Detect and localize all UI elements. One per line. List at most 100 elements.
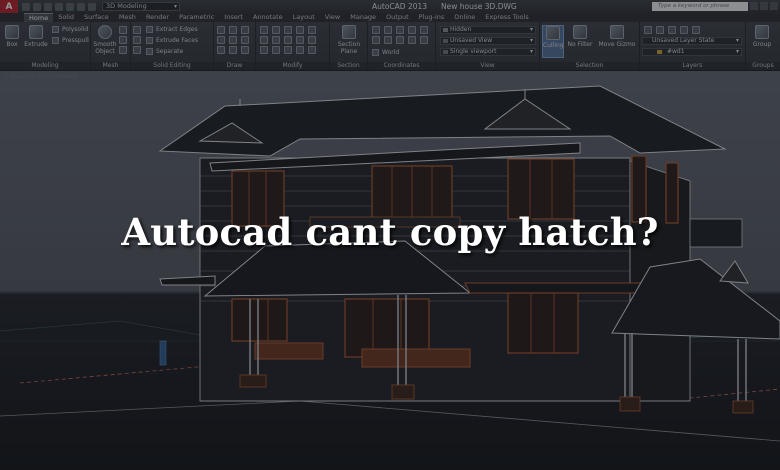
- ucs-y-icon[interactable]: [408, 26, 416, 34]
- mirror-icon[interactable]: [296, 26, 304, 34]
- tab-express-tools[interactable]: Express Tools: [480, 13, 533, 22]
- ucs-origin-icon[interactable]: [384, 26, 392, 34]
- mesh-tool-icon[interactable]: [119, 26, 127, 34]
- viewport-config-dropdown[interactable]: Single viewport: [440, 48, 536, 56]
- ellipse-icon[interactable]: [229, 46, 237, 54]
- ucs-icon[interactable]: [372, 26, 380, 34]
- separate-button[interactable]: Separate: [146, 48, 183, 55]
- union-icon[interactable]: [133, 26, 141, 34]
- application-menu-button[interactable]: A: [0, 0, 18, 13]
- panel-title-layers[interactable]: Layers: [640, 62, 745, 70]
- presspull-button[interactable]: Presspull: [52, 37, 89, 44]
- chamfer-icon[interactable]: [308, 46, 316, 54]
- extrude-button[interactable]: Extrude: [24, 25, 48, 48]
- mesh-tool-icon[interactable]: [119, 36, 127, 44]
- saved-view-dropdown[interactable]: Unsaved View: [440, 37, 536, 45]
- ucs-object-icon[interactable]: [384, 36, 392, 44]
- erase-icon[interactable]: [308, 36, 316, 44]
- workspace-dropdown[interactable]: 3D Modeling: [102, 2, 180, 11]
- ucs-x-icon[interactable]: [396, 26, 404, 34]
- tab-plug-ins[interactable]: Plug-ins: [414, 13, 450, 22]
- extrude-faces-button[interactable]: Extrude Faces: [146, 37, 198, 44]
- trim-icon[interactable]: [284, 26, 292, 34]
- layer-properties-icon[interactable]: [644, 26, 652, 34]
- ucs-3point-icon[interactable]: [408, 36, 416, 44]
- array-icon[interactable]: [296, 36, 304, 44]
- line-icon[interactable]: [217, 26, 225, 34]
- spline-icon[interactable]: [217, 46, 225, 54]
- minimize-icon[interactable]: [750, 2, 758, 10]
- save-as-icon[interactable]: [55, 2, 63, 11]
- tab-layout[interactable]: Layout: [288, 13, 320, 22]
- panel-title-view[interactable]: View: [436, 62, 539, 70]
- close-icon[interactable]: [770, 2, 778, 10]
- move-gizmo-button[interactable]: Move Gizmo: [598, 25, 636, 48]
- panel-title-modeling[interactable]: Modeling: [0, 62, 90, 70]
- redo-icon[interactable]: [88, 2, 96, 11]
- polysolid-button[interactable]: Polysolid: [52, 26, 88, 33]
- group-button[interactable]: Group: [750, 25, 774, 48]
- maximize-icon[interactable]: [760, 2, 768, 10]
- move-icon[interactable]: [260, 26, 268, 34]
- scale-icon[interactable]: [272, 36, 280, 44]
- panel-title-draw[interactable]: Draw: [214, 62, 255, 70]
- stretch-icon[interactable]: [260, 46, 268, 54]
- explode-icon[interactable]: [272, 46, 280, 54]
- panel-title-solid-editing[interactable]: Solid Editing: [131, 62, 213, 70]
- copy-icon[interactable]: [260, 36, 268, 44]
- polygon-icon[interactable]: [241, 36, 249, 44]
- box-button[interactable]: Box: [0, 25, 24, 48]
- panel-title-groups[interactable]: Groups: [746, 62, 780, 70]
- polyline-icon[interactable]: [229, 26, 237, 34]
- tab-output[interactable]: Output: [381, 13, 414, 22]
- world-ucs-button[interactable]: World: [372, 49, 399, 56]
- rectangle-icon[interactable]: [229, 36, 237, 44]
- save-icon[interactable]: [44, 2, 52, 11]
- hatch-icon[interactable]: [241, 46, 249, 54]
- culling-button[interactable]: Culling: [542, 25, 564, 58]
- tab-parametric[interactable]: Parametric: [174, 13, 219, 22]
- tab-mesh[interactable]: Mesh: [114, 13, 141, 22]
- ucs-z-icon[interactable]: [420, 26, 428, 34]
- panel-title-modify[interactable]: Modify: [256, 62, 329, 70]
- open-icon[interactable]: [33, 2, 41, 11]
- tab-view[interactable]: View: [320, 13, 345, 22]
- tab-surface[interactable]: Surface: [79, 13, 114, 22]
- layer-on-icon[interactable]: [656, 26, 664, 34]
- subtract-icon[interactable]: [133, 36, 141, 44]
- tab-home[interactable]: Home: [24, 13, 54, 22]
- mesh-tool-icon[interactable]: [119, 46, 127, 54]
- arc-icon[interactable]: [217, 36, 225, 44]
- undo-icon[interactable]: [77, 2, 85, 11]
- intersect-icon[interactable]: [133, 46, 141, 54]
- current-layer-dropdown[interactable]: #wd1: [642, 48, 742, 56]
- panel-title-coordinates[interactable]: Coordinates: [368, 62, 435, 70]
- tab-online[interactable]: Online: [449, 13, 480, 22]
- panel-title-section[interactable]: Section: [330, 62, 367, 70]
- tab-solid[interactable]: Solid: [53, 13, 79, 22]
- no-filter-button[interactable]: No Filter: [567, 25, 593, 48]
- drawing-viewport[interactable]: [0, 71, 780, 470]
- extract-edges-button[interactable]: Extract Edges: [146, 26, 198, 33]
- section-plane-button[interactable]: Section Plane: [335, 25, 363, 55]
- layer-freeze-icon[interactable]: [668, 26, 676, 34]
- new-icon[interactable]: [22, 2, 30, 11]
- print-icon[interactable]: [66, 2, 74, 11]
- search-input[interactable]: Type a keyword or phrase: [652, 2, 748, 11]
- viewport-controls[interactable]: [-][Custom View][Hidden]: [6, 74, 76, 80]
- fillet-icon[interactable]: [308, 26, 316, 34]
- ucs-zaxis-icon[interactable]: [420, 36, 428, 44]
- join-icon[interactable]: [296, 46, 304, 54]
- panel-title-mesh[interactable]: Mesh: [91, 62, 130, 70]
- tab-annotate[interactable]: Annotate: [248, 13, 288, 22]
- layer-lock-icon[interactable]: [680, 26, 688, 34]
- smooth-object-button[interactable]: Smooth Object: [92, 25, 118, 55]
- align-icon[interactable]: [284, 46, 292, 54]
- ucs-face-icon[interactable]: [396, 36, 404, 44]
- circle-icon[interactable]: [241, 26, 249, 34]
- layer-isolate-icon[interactable]: [692, 26, 700, 34]
- tab-render[interactable]: Render: [141, 13, 174, 22]
- tab-manage[interactable]: Manage: [345, 13, 381, 22]
- tab-insert[interactable]: Insert: [219, 13, 248, 22]
- panel-title-selection[interactable]: Selection: [540, 62, 639, 70]
